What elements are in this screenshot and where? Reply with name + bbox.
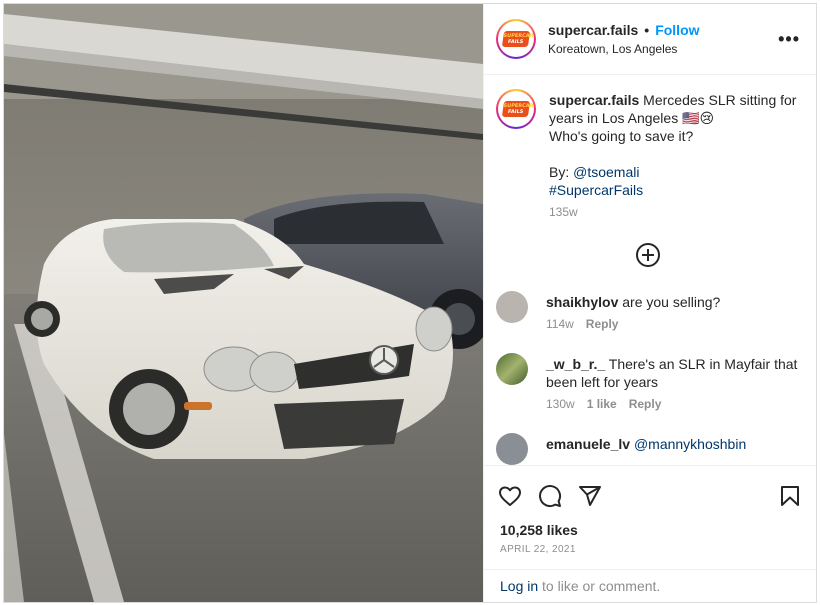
caption-avatar[interactable]: SUPERCAR FAILS — [496, 89, 536, 129]
share-icon[interactable] — [578, 484, 602, 511]
caption-username[interactable]: supercar.fails — [549, 92, 639, 108]
supercar-fails-logo: SUPERCAR FAILS — [501, 101, 534, 117]
credit-handle-link[interactable]: @tsoemali — [573, 164, 639, 180]
commenter-username[interactable]: _w_b_r._ — [546, 356, 605, 372]
caption-text: supercar.fails Mercedes SLR sitting for … — [549, 92, 797, 198]
author-username[interactable]: supercar.fails — [548, 22, 638, 38]
reply-button[interactable]: Reply — [586, 317, 619, 331]
separator-dot: • — [644, 22, 650, 38]
post-date[interactable]: APRIL 22, 2021 — [484, 544, 816, 555]
instagram-post: SUPERCAR FAILS supercar.fails • Follow K… — [3, 3, 817, 603]
login-link[interactable]: Log in — [500, 578, 538, 594]
likes-count[interactable]: 10,258 likes — [484, 522, 816, 538]
comment-likes[interactable]: 1 like — [587, 397, 617, 411]
commenter-username[interactable]: shaikhylov — [546, 294, 618, 310]
post-photo[interactable] — [4, 4, 483, 602]
supercar-fails-logo: SUPERCAR FAILS — [501, 31, 534, 47]
follow-button[interactable]: Follow — [655, 22, 699, 38]
bookmark-icon[interactable] — [778, 484, 802, 511]
comment-text: are you selling? — [622, 294, 721, 310]
comment-age[interactable]: 114w — [546, 317, 574, 331]
comment: emanuele_lv @mannykhoshbin — [496, 433, 800, 465]
login-prompt: Log in to like or comment. — [484, 569, 816, 602]
comment-age[interactable]: 130w — [546, 397, 575, 411]
post-header: SUPERCAR FAILS supercar.fails • Follow K… — [484, 4, 816, 75]
reply-button[interactable]: Reply — [629, 397, 662, 411]
flag-cry-emoji: 🇺🇸😢 — [682, 110, 715, 126]
supercar-photo-image — [4, 4, 483, 602]
load-more-comments-icon[interactable] — [636, 243, 660, 267]
hashtag-link[interactable]: #SupercarFails — [549, 182, 643, 198]
commenter-avatar[interactable] — [496, 353, 528, 385]
more-options-icon[interactable]: ••• — [778, 29, 800, 50]
comment-icon[interactable] — [538, 484, 562, 511]
comment: shaikhylov are you selling? 114w Reply — [496, 291, 800, 331]
commenter-username[interactable]: emanuele_lv — [546, 436, 630, 452]
heart-icon[interactable] — [498, 484, 522, 511]
commenter-avatar[interactable] — [496, 433, 528, 465]
commenter-avatar[interactable] — [496, 291, 528, 323]
post-sidebar: SUPERCAR FAILS supercar.fails • Follow K… — [483, 4, 816, 602]
author-avatar[interactable]: SUPERCAR FAILS — [496, 19, 536, 59]
comments-section: SUPERCAR FAILS supercar.fails Mercedes S… — [484, 75, 816, 465]
action-bar — [484, 465, 816, 528]
comment: _w_b_r._ There's an SLR in Mayfair that … — [496, 353, 800, 411]
mention-link[interactable]: @mannykhoshbin — [634, 436, 746, 452]
post-location[interactable]: Koreatown, Los Angeles — [548, 42, 778, 56]
caption-age[interactable]: 135w — [549, 205, 578, 219]
caption: SUPERCAR FAILS supercar.fails Mercedes S… — [496, 89, 800, 219]
